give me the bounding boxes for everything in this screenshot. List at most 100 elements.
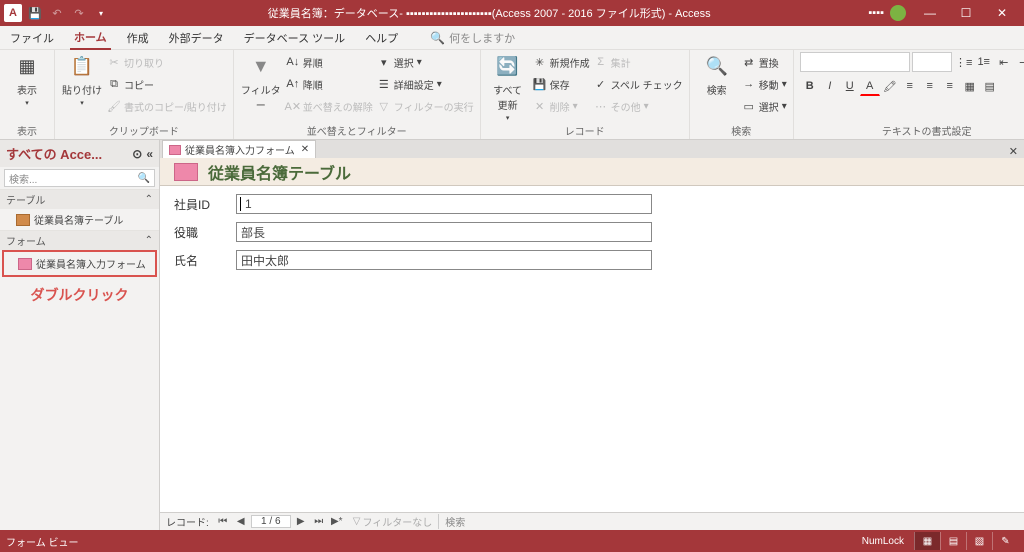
record-position[interactable]: 1 / 6 (251, 515, 291, 528)
search-icon: 🔍 (138, 173, 150, 184)
tell-me-search[interactable]: 🔍 何をしますか (430, 30, 515, 46)
datasheet-view-button[interactable]: ▤ (940, 532, 966, 550)
align-left-button[interactable]: ≡ (900, 76, 920, 96)
copy-button[interactable]: ⧉コピー (107, 74, 227, 94)
cut-button[interactable]: ✂切り取り (107, 52, 227, 72)
save-record-button[interactable]: 💾保存 (533, 74, 590, 94)
bold-button[interactable]: B (800, 76, 820, 96)
group-label-view: 表示 (6, 122, 48, 138)
sort-desc-button[interactable]: A↑降順 (286, 74, 373, 94)
replace-button[interactable]: ⇄置換 (742, 52, 787, 72)
tab-file[interactable]: ファイル (6, 27, 58, 49)
qat-customize-icon[interactable]: ▾ (92, 4, 110, 22)
prev-record-button[interactable]: ◀ (233, 516, 249, 527)
save-icon: 💾 (533, 77, 547, 91)
group-sort-filter: ▼フィルター A↓昇順 A↑降順 A✕並べ替えの解除 ▾選択 ▾ ☰詳細設定 ▾… (234, 50, 481, 139)
input-position[interactable]: 部長 (236, 222, 652, 242)
font-name-combo[interactable] (800, 52, 910, 72)
fill-color-button[interactable]: 🖍 (880, 76, 900, 96)
input-employee-id[interactable]: 1 (236, 194, 652, 214)
advanced-filter-button[interactable]: ☰詳細設定 ▾ (377, 74, 474, 94)
remove-sort-button[interactable]: A✕並べ替えの解除 (286, 96, 373, 116)
font-color-button[interactable]: A (860, 76, 880, 96)
toggle-filter-button[interactable]: ▽フィルターの実行 (377, 96, 474, 116)
save-icon[interactable]: 💾 (26, 4, 44, 22)
goto-icon: → (742, 77, 756, 91)
select-button[interactable]: ▭選択 ▾ (742, 96, 787, 116)
nav-group-forms[interactable]: フォーム⌃ (0, 230, 159, 250)
next-record-button[interactable]: ▶ (293, 516, 309, 527)
italic-button[interactable]: I (820, 76, 840, 96)
last-record-button[interactable]: ⏭ (311, 516, 327, 527)
close-button[interactable]: ✕ (984, 1, 1020, 25)
find-button[interactable]: 🔍検索 (696, 52, 738, 97)
first-record-button[interactable]: ⏮ (215, 516, 231, 527)
nav-header[interactable]: すべての Acce... ⊙ « (0, 140, 159, 167)
spelling-button[interactable]: ✓スペル チェック (594, 74, 683, 94)
new-record-button[interactable]: ✳新規作成 (533, 52, 590, 72)
close-all-tabs-icon[interactable]: ✕ (1003, 145, 1024, 158)
layout-view-button[interactable]: ▧ (966, 532, 992, 550)
delete-icon: ✕ (533, 99, 547, 113)
more-button[interactable]: ⋯その他 ▾ (594, 96, 683, 116)
minimize-button[interactable]: — (912, 1, 948, 25)
underline-button[interactable]: U (840, 76, 860, 96)
gridlines-button[interactable]: ▦ (960, 76, 980, 96)
collapse-icon: ⌃ (145, 235, 153, 246)
nav-group-tables[interactable]: テーブル⌃ (0, 189, 159, 209)
align-center-button[interactable]: ≡ (920, 76, 940, 96)
tab-database-tools[interactable]: データベース ツール (240, 27, 350, 49)
delete-record-button[interactable]: ✕削除 ▾ (533, 96, 590, 116)
selection-filter-button[interactable]: ▾選択 ▾ (377, 52, 474, 72)
document-tab[interactable]: 従業員名簿入力フォーム ✕ (162, 140, 316, 158)
sort-asc-button[interactable]: A↓昇順 (286, 52, 373, 72)
refresh-icon: 🔄 (494, 52, 522, 80)
nav-search[interactable]: 検索... 🔍 (4, 169, 155, 187)
bullets-button[interactable]: ⋮≡ (954, 52, 974, 72)
refresh-all-button[interactable]: 🔄すべて 更新▾ (487, 52, 529, 122)
filter-button[interactable]: ▼フィルター (240, 52, 282, 112)
collapse-icon: ⌃ (145, 194, 153, 205)
ribbon-tabs: ファイル ホーム 作成 外部データ データベース ツール ヘルプ 🔍 何をします… (0, 26, 1024, 50)
nav-collapse-icon[interactable]: « (146, 147, 153, 161)
user-avatar[interactable] (890, 5, 906, 21)
nav-dropdown-icon[interactable]: ⊙ (132, 147, 142, 161)
nav-item-form[interactable]: 従業員名簿入力フォーム (2, 250, 157, 277)
numbering-button[interactable]: 1≡ (974, 52, 994, 72)
status-numlock: NumLock (862, 536, 904, 547)
form-view-button[interactable]: ▦ (914, 532, 940, 550)
form-icon (18, 258, 32, 270)
goto-button[interactable]: →移動 ▾ (742, 74, 787, 94)
document-tabs: 従業員名簿入力フォーム ✕ ✕ (160, 140, 1024, 158)
recnav-search[interactable]: 検索 (438, 514, 465, 529)
search-icon: 🔍 (430, 31, 445, 45)
font-size-combo[interactable] (912, 52, 952, 72)
tab-external-data[interactable]: 外部データ (165, 27, 228, 49)
new-icon: ✳ (533, 55, 547, 69)
window-title: 従業員名簿：データベース- ▪▪▪▪▪▪▪▪▪▪▪▪▪▪▪▪▪▪▪▪▪▪(Acc… (110, 5, 868, 21)
undo-icon[interactable]: ↶ (48, 4, 66, 22)
totals-button[interactable]: Σ集計 (594, 52, 683, 72)
nav-search-placeholder: 検索... (9, 171, 37, 186)
indent-increase-button[interactable]: ⇥ (1014, 52, 1024, 72)
selection-icon: ▾ (377, 55, 391, 69)
nav-item-table[interactable]: 従業員名簿テーブル (0, 209, 159, 230)
tab-close-icon[interactable]: ✕ (301, 144, 309, 155)
format-painter-button[interactable]: 🖌書式のコピー/貼り付け (107, 96, 227, 116)
input-name[interactable]: 田中太郎 (236, 250, 652, 270)
indent-decrease-button[interactable]: ⇤ (994, 52, 1014, 72)
tab-help[interactable]: ヘルプ (361, 27, 402, 49)
maximize-button[interactable]: ☐ (948, 1, 984, 25)
tab-home[interactable]: ホーム (70, 26, 111, 50)
alt-row-color-button[interactable]: ▤ (980, 76, 1000, 96)
form-icon (169, 145, 181, 155)
redo-icon[interactable]: ↷ (70, 4, 88, 22)
tab-create[interactable]: 作成 (123, 27, 153, 49)
filter-indicator[interactable]: ▽フィルターなし (353, 514, 433, 529)
new-record-nav-button[interactable]: ▶* (329, 516, 345, 527)
group-label-clipboard: クリップボード (61, 122, 227, 138)
align-right-button[interactable]: ≡ (940, 76, 960, 96)
design-view-button[interactable]: ✎ (992, 532, 1018, 550)
view-button[interactable]: ▦表示▾ (6, 52, 48, 107)
paste-button[interactable]: 📋貼り付け▾ (61, 52, 103, 107)
